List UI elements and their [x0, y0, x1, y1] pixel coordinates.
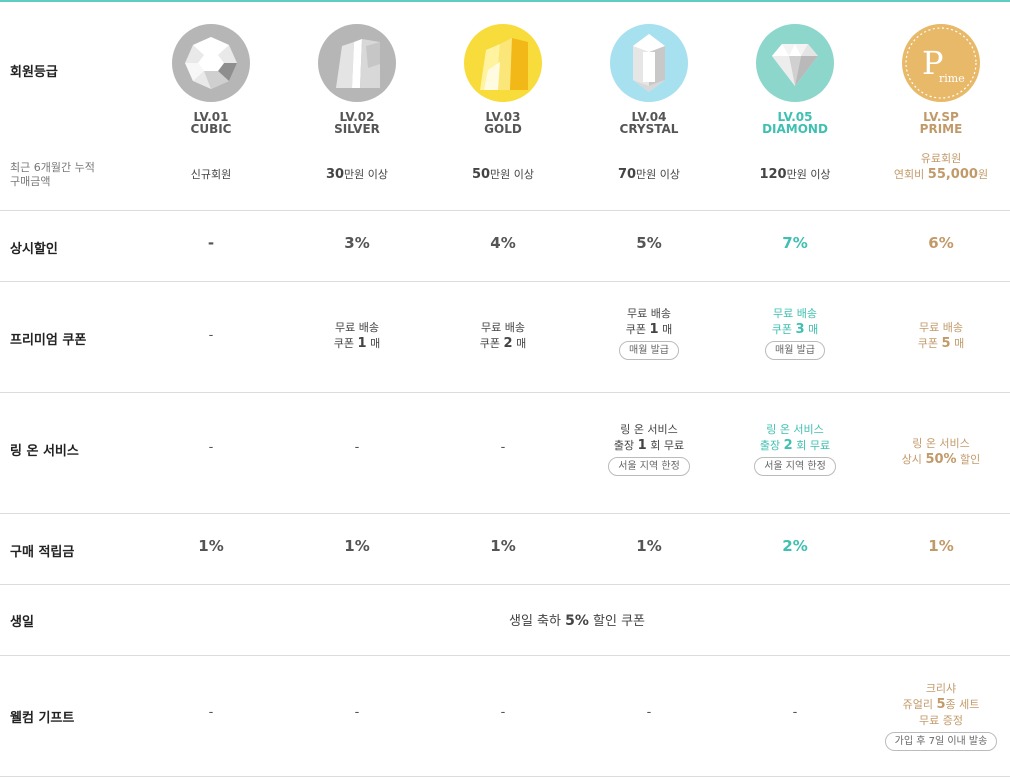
discount-cubic: -: [207, 234, 215, 252]
points-gold: 1%: [490, 537, 516, 555]
prime-badge-text: rime: [939, 72, 965, 85]
seoul-only-badge: 서울 지역 한정: [608, 457, 690, 476]
ring-service-row: 링 온 서비스 - - - 링 온 서비스 출장 1 회 무료 서울 지역 한정…: [0, 393, 1010, 514]
welcome-prime: 크리샤 쥬얼리 5종 세트 무료 증정 가입 후 7일 이내 발송: [868, 681, 1010, 751]
crystal-badge-icon: [610, 24, 688, 102]
purchase-prime: 유료회원 연회비 55,000원: [893, 152, 989, 182]
points-row: 구매 적립금 1% 1% 1% 1% 2% 1%: [0, 514, 1010, 585]
ring-cubic: -: [208, 440, 214, 455]
ring-silver: -: [354, 440, 360, 455]
ring-service-label: 링 온 서비스: [10, 444, 79, 459]
monthly-issue-badge: 매월 발급: [765, 341, 825, 360]
discount-silver: 3%: [344, 234, 370, 252]
purchase-diamond: 120만원 이상: [759, 167, 831, 182]
level-cubic: LV.01 CUBIC: [190, 110, 232, 136]
ring-crystal: 링 온 서비스 출장 1 회 무료 서울 지역 한정: [576, 422, 722, 476]
purchase-label: 최근 6개월간 누적 구매금액: [10, 161, 95, 188]
ring-diamond: 링 온 서비스 출장 2 회 무료 서울 지역 한정: [722, 422, 868, 476]
welcome-diamond: -: [792, 705, 798, 720]
welcome-gift-row: 웰컴 기프트 - - - - - 크리샤 쥬얼리 5종 세트 무료 증정 가입 …: [0, 656, 1010, 777]
cubic-badge-icon: [172, 24, 250, 102]
coupon-cubic: -: [208, 328, 214, 343]
welcome-silver: -: [354, 705, 360, 720]
discount-label: 상시할인: [10, 242, 58, 257]
points-silver: 1%: [344, 537, 370, 555]
grade-row: 회원등급 최근 6개월간 누적 구매금액 P rime LV.01 CUBIC …: [0, 2, 1010, 211]
points-diamond: 2%: [782, 537, 808, 555]
discount-gold: 4%: [490, 234, 516, 252]
level-diamond: LV.05 DIAMOND: [762, 110, 828, 136]
ring-prime: 링 온 서비스 상시 50% 할인: [901, 437, 981, 467]
birthday-row: 생일 생일 축하 5% 할인 쿠폰: [0, 585, 1010, 656]
gold-badge-icon: [464, 24, 542, 102]
coupon-diamond: 무료 배송 쿠폰 3 매 매월 발급: [722, 306, 868, 360]
coupon-row: 프리미엄 쿠폰 - 무료 배송 쿠폰 1 매 무료 배송 쿠폰 2 매 무료 배…: [0, 282, 1010, 393]
coupon-label: 프리미엄 쿠폰: [10, 333, 87, 348]
diamond-badge-icon: [756, 24, 834, 102]
seoul-only-badge: 서울 지역 한정: [754, 457, 836, 476]
ring-gold: -: [500, 440, 506, 455]
ship-within-7days-badge: 가입 후 7일 이내 발송: [884, 732, 998, 751]
purchase-cubic: 신규회원: [190, 168, 232, 181]
birthday-label: 생일: [10, 615, 34, 630]
level-gold: LV.03 GOLD: [484, 110, 522, 136]
monthly-issue-badge: 매월 발급: [619, 341, 679, 360]
points-label: 구매 적립금: [10, 545, 75, 560]
level-crystal: LV.04 CRYSTAL: [619, 110, 679, 136]
discount-crystal: 5%: [636, 234, 662, 252]
discount-diamond: 7%: [782, 234, 808, 252]
coupon-silver: 무료 배송 쿠폰 1 매: [333, 321, 381, 351]
points-prime: 1%: [928, 537, 954, 555]
prime-badge-icon: P rime: [902, 24, 980, 102]
grade-label: 회원등급: [10, 65, 58, 80]
silver-badge-icon: [318, 24, 396, 102]
welcome-cubic: -: [208, 705, 214, 720]
points-crystal: 1%: [636, 537, 662, 555]
level-prime: LV.SP PRIME: [919, 110, 963, 136]
welcome-crystal: -: [646, 705, 652, 720]
purchase-gold: 50만원 이상: [471, 167, 535, 182]
coupon-crystal: 무료 배송 쿠폰 1 매 매월 발급: [576, 306, 722, 360]
coupon-prime: 무료 배송 쿠폰 5 매: [917, 321, 965, 351]
coupon-gold: 무료 배송 쿠폰 2 매: [479, 321, 527, 351]
welcome-gold: -: [500, 705, 506, 720]
welcome-gift-label: 웰컴 기프트: [10, 711, 75, 726]
discount-prime: 6%: [928, 234, 954, 252]
birthday-benefit: 생일 축하 5% 할인 쿠폰: [509, 613, 645, 629]
discount-row: 상시할인 - 3% 4% 5% 7% 6%: [0, 211, 1010, 282]
level-silver: LV.02 SILVER: [334, 110, 380, 136]
points-cubic: 1%: [198, 537, 224, 555]
purchase-crystal: 70만원 이상: [617, 167, 681, 182]
purchase-silver: 30만원 이상: [325, 167, 389, 182]
